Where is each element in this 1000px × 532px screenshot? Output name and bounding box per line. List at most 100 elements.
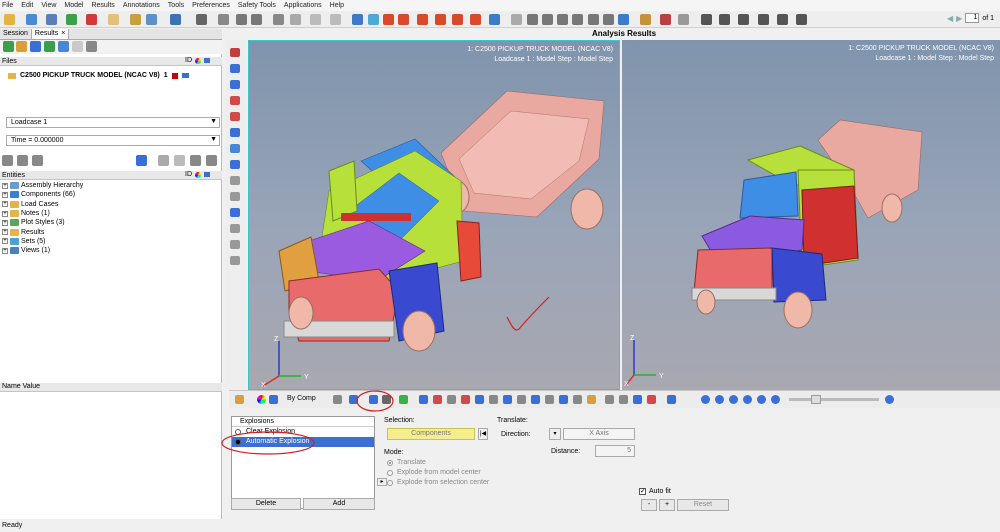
vtool-10-icon[interactable] — [230, 192, 240, 201]
tool-12-icon[interactable] — [573, 395, 582, 404]
open-session-icon[interactable] — [4, 14, 15, 25]
window-icon[interactable] — [196, 14, 207, 25]
open-model-icon[interactable] — [26, 14, 37, 25]
increase-button[interactable]: + — [659, 499, 675, 511]
save-icon[interactable] — [46, 14, 57, 25]
automatic-explosion-option[interactable]: Automatic Explosion — [232, 437, 374, 447]
copy-icon[interactable] — [273, 14, 284, 25]
window-2-icon[interactable] — [236, 14, 247, 25]
tool-11-icon[interactable] — [559, 395, 568, 404]
view-bottom-icon[interactable] — [470, 14, 481, 25]
tool-17-icon[interactable] — [647, 395, 656, 404]
page-layout-1-icon[interactable] — [701, 14, 712, 25]
vtool-11-icon[interactable] — [230, 208, 240, 217]
tool-9-icon[interactable] — [531, 395, 540, 404]
reverse-icon[interactable] — [206, 155, 217, 166]
browser-tool-1-icon[interactable] — [3, 41, 14, 52]
file-color-swatch[interactable] — [171, 72, 178, 79]
browser-tool-7-icon[interactable] — [86, 41, 97, 52]
expand-icon[interactable]: + — [2, 238, 8, 245]
view-left-icon[interactable] — [417, 14, 428, 25]
last-frame-icon[interactable] — [771, 395, 780, 404]
view-top-icon[interactable] — [452, 14, 463, 25]
menu-applications[interactable]: Applications — [284, 2, 322, 9]
autofit-checkbox[interactable]: ✓ — [639, 488, 646, 495]
color-by-select[interactable]: By Comp — [287, 395, 316, 402]
window-3-icon[interactable] — [251, 14, 262, 25]
menu-help[interactable]: Help — [330, 2, 344, 9]
step-back-icon[interactable] — [729, 395, 738, 404]
file-visibility-icon[interactable] — [181, 73, 189, 78]
tool-7-icon[interactable] — [503, 395, 512, 404]
filter-3-icon[interactable] — [32, 155, 43, 166]
zoom-out-icon[interactable] — [542, 14, 553, 25]
add-button[interactable]: Add — [303, 498, 375, 510]
tool-3-icon[interactable] — [447, 395, 456, 404]
tool-16-icon[interactable] — [633, 395, 642, 404]
page-layout-6-icon[interactable] — [796, 14, 807, 25]
tool-13-icon[interactable] — [587, 395, 596, 404]
viewport-left[interactable]: 1: C2500 PICKUP TRUCK MODEL (NCAC V8) Lo… — [248, 40, 620, 390]
slider-thumb[interactable] — [811, 395, 821, 404]
expand-icon[interactable] — [218, 14, 229, 25]
next-page-icon[interactable]: ▶ — [956, 14, 962, 23]
browser-tool-2-icon[interactable] — [16, 41, 27, 52]
vtool-14-icon[interactable] — [230, 256, 240, 265]
browser-tool-5-icon[interactable] — [58, 41, 69, 52]
expand-icon[interactable]: + — [2, 219, 8, 226]
menu-file[interactable]: File — [2, 2, 13, 9]
mode-selection-center-radio[interactable] — [387, 480, 393, 486]
plot-icon[interactable] — [678, 14, 689, 25]
view-front-icon[interactable] — [383, 14, 394, 25]
report-icon[interactable] — [660, 14, 671, 25]
export-icon[interactable] — [86, 14, 97, 25]
vtool-1-icon[interactable] — [230, 48, 240, 57]
redo-icon[interactable] — [330, 14, 341, 25]
zoom-icon[interactable] — [352, 14, 363, 25]
vtool-6-icon[interactable] — [230, 128, 240, 137]
menu-annotations[interactable]: Annotations — [123, 2, 160, 9]
expand-icon[interactable]: + — [2, 182, 8, 189]
tool-4-icon[interactable] — [461, 395, 470, 404]
rewind-icon[interactable] — [701, 395, 710, 404]
view-back-icon[interactable] — [398, 14, 409, 25]
display-mode-icon[interactable] — [349, 395, 358, 404]
capture-icon[interactable] — [130, 14, 141, 25]
spin-icon[interactable] — [588, 14, 599, 25]
hand-icon[interactable] — [108, 14, 119, 25]
menu-tools[interactable]: Tools — [168, 2, 184, 9]
show-icon[interactable] — [158, 155, 169, 166]
menu-view[interactable]: View — [41, 2, 56, 9]
direction-field[interactable]: X Axis — [563, 428, 635, 440]
tool-1-icon[interactable] — [419, 395, 428, 404]
components-selector[interactable]: Components — [387, 428, 475, 440]
zoom-in-icon[interactable] — [527, 14, 538, 25]
browser-tool-6-icon[interactable] — [72, 41, 83, 52]
tool-18-icon[interactable] — [667, 395, 676, 404]
import-icon[interactable] — [66, 14, 77, 25]
clear-explosion-option[interactable]: Clear Explosion — [232, 427, 374, 437]
expand-icon[interactable]: + — [2, 229, 8, 236]
explode-icon[interactable] — [369, 395, 378, 404]
selection-reset-button[interactable]: |◀ — [478, 428, 488, 440]
pan-icon[interactable] — [557, 14, 568, 25]
hide-icon[interactable] — [174, 155, 185, 166]
tree-item-views[interactable]: + Views (1) — [2, 246, 83, 255]
zoom-window-icon[interactable] — [511, 14, 522, 25]
contour-icon[interactable] — [235, 395, 244, 404]
entity-type-icon[interactable] — [136, 155, 147, 166]
tree-item-assembly-hierarchy[interactable]: + Assembly Hierarchy — [2, 181, 83, 190]
fit-icon[interactable] — [368, 14, 379, 25]
time-select[interactable]: Time = 0.000000 ▼ — [6, 135, 220, 146]
color-wheel-icon[interactable] — [257, 395, 266, 404]
vtool-5-icon[interactable] — [230, 112, 240, 121]
tree-item-load-cases[interactable]: + Load Cases — [2, 200, 83, 209]
menu-edit[interactable]: Edit — [21, 2, 33, 9]
page-number-input[interactable]: 1 — [965, 13, 980, 23]
tool-15-icon[interactable] — [619, 395, 628, 404]
file-row[interactable]: C2500 PICKUP TRUCK MODEL (NCAC V8) 1 — [8, 72, 189, 79]
view-right-icon[interactable] — [435, 14, 446, 25]
color-mode-icon[interactable] — [269, 395, 278, 404]
tab-session[interactable]: Session — [0, 29, 32, 39]
animation-slider[interactable] — [789, 395, 879, 404]
